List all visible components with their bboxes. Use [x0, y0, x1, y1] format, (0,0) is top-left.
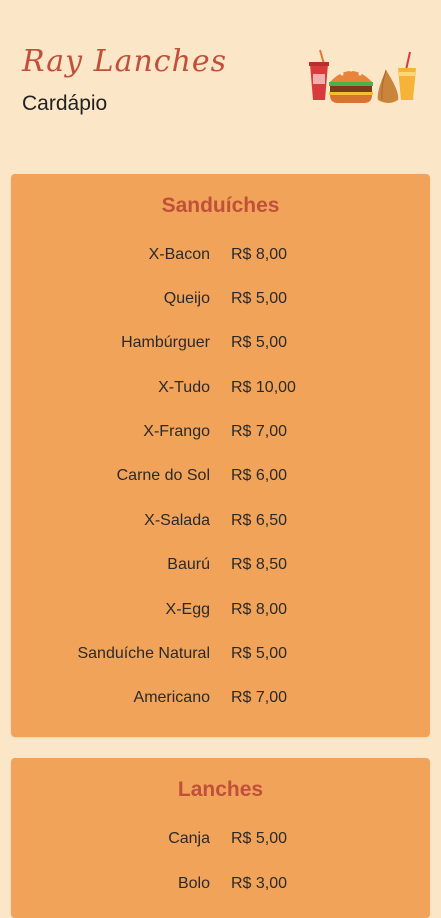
- menu-item-price: R$ 7,00: [231, 689, 288, 706]
- menu-item: Hambúrguer R$ 5,00: [11, 334, 430, 364]
- menu-item-name: Bolo: [177, 875, 210, 892]
- snack-food-icon: [309, 49, 416, 103]
- menu-item-name: X-Egg: [165, 601, 210, 618]
- menu-item-name: Canja: [168, 830, 210, 847]
- menu-section-sanduiches: Sanduíches X-Bacon R$ 8,00 Queijo R$ 5,0…: [11, 174, 430, 737]
- section-title: Lanches: [177, 778, 264, 801]
- menu-item-price: R$ 5,00: [231, 645, 288, 662]
- menu-item-price: R$ 6,50: [231, 512, 288, 529]
- menu-item-price: R$ 5,00: [231, 830, 288, 847]
- menu-item: X-Bacon R$ 8,00: [11, 246, 430, 276]
- app-title: Ray Lanches: [22, 44, 228, 79]
- menu-item-price: R$ 8,50: [231, 556, 288, 573]
- menu-item-name: Baurú: [167, 556, 210, 573]
- menu-item-name: Americano: [133, 689, 210, 706]
- menu-item-name: Sanduíche Natural: [77, 645, 210, 662]
- menu-item: X-Salada R$ 6,50: [11, 512, 430, 542]
- menu-item-price: R$ 6,00: [231, 467, 288, 484]
- menu-item-name: X-Salada: [144, 512, 210, 529]
- menu-item-name: X-Frango: [143, 423, 210, 440]
- menu-item: Queijo R$ 5,00: [11, 290, 430, 320]
- menu-item: X-Frango R$ 7,00: [11, 423, 430, 453]
- menu-item-name: Hambúrguer: [121, 334, 210, 351]
- menu-item: X-Tudo R$ 10,00: [11, 379, 430, 409]
- menu-item-price: R$ 7,00: [231, 423, 288, 440]
- menu-section-lanches: Lanches Canja R$ 5,00 Bolo R$ 3,00: [11, 758, 430, 918]
- section-title: Sanduíches: [161, 194, 280, 217]
- menu-item-price: R$ 5,00: [231, 334, 288, 351]
- menu-item: Baurú R$ 8,50: [11, 556, 430, 586]
- menu-item: X-Egg R$ 8,00: [11, 601, 430, 631]
- menu-item-price: R$ 8,00: [231, 601, 288, 618]
- menu-item-price: R$ 10,00: [231, 379, 296, 396]
- menu-item: Sanduíche Natural R$ 5,00: [11, 645, 430, 675]
- menu-item: Canja R$ 5,00: [11, 830, 430, 860]
- menu-item-price: R$ 8,00: [231, 246, 288, 263]
- menu-item-price: R$ 5,00: [231, 290, 288, 307]
- menu-item-name: Carne do Sol: [116, 467, 210, 484]
- page-subtitle: Cardápio: [22, 92, 108, 115]
- menu-item-price: R$ 3,00: [231, 875, 288, 892]
- menu-item-name: X-Tudo: [158, 379, 210, 396]
- menu-item: Americano R$ 7,00: [11, 689, 430, 719]
- menu-item-name: Queijo: [163, 290, 210, 307]
- menu-item: Carne do Sol R$ 6,00: [11, 467, 430, 497]
- menu-item-name: X-Bacon: [148, 246, 210, 263]
- app-header: Ray Lanches Cardápio: [0, 0, 441, 160]
- menu-item: Bolo R$ 3,00: [11, 875, 430, 905]
